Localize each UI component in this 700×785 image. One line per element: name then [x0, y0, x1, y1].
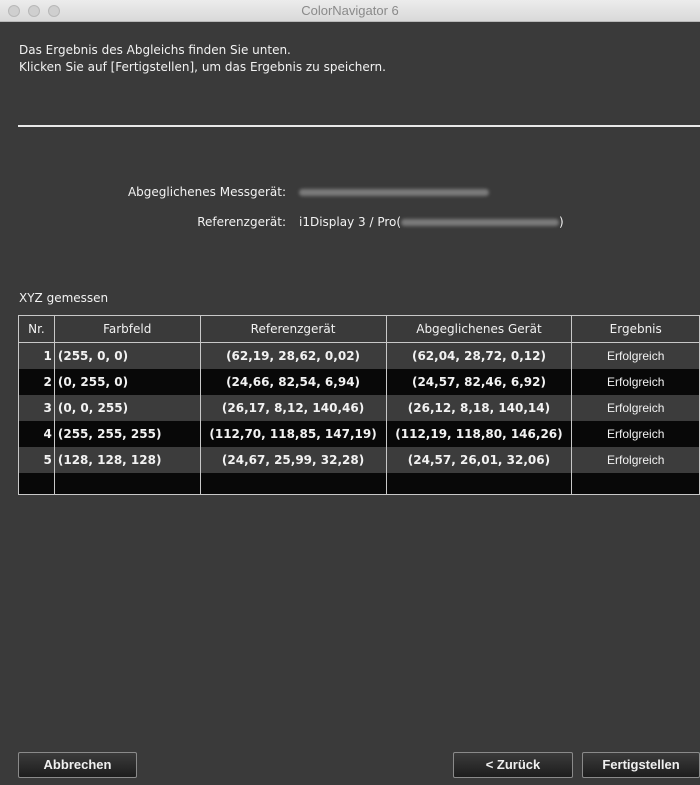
instruction-line-2: Klicken Sie auf [Fertigstellen], um das … — [19, 60, 386, 74]
cell-referenzgeraet: (24,66, 82,54, 6,94) — [199, 369, 387, 395]
cell-referenzgeraet: (24,67, 25,99, 32,28) — [199, 447, 387, 473]
table-row[interactable]: 1 (255, 0, 0) (62,19, 28,62, 0,02) (62,0… — [18, 342, 700, 369]
cell-nr: 5 — [18, 447, 55, 473]
back-button[interactable]: < Zurück — [453, 752, 573, 778]
reference-device-suffix: ) — [559, 215, 564, 229]
cell-nr: 3 — [18, 395, 55, 421]
column-header-nr[interactable]: Nr. — [18, 315, 55, 343]
table-row-empty — [18, 473, 700, 495]
cell-referenzgeraet: (112,70, 118,85, 147,19) — [199, 421, 387, 447]
cell-nr: 2 — [18, 369, 55, 395]
cell-farbfeld: (0, 255, 0) — [53, 369, 201, 395]
cell-ergebnis: Erfolgreich — [571, 342, 700, 369]
cell-abgeglichenes-geraet: (24,57, 82,46, 6,92) — [385, 369, 573, 395]
cell-nr: 1 — [18, 342, 55, 369]
title-bar: ColorNavigator 6 — [0, 0, 700, 22]
cell-ergebnis: Erfolgreich — [571, 395, 700, 421]
divider — [18, 125, 700, 127]
cell-farbfeld: (128, 128, 128) — [53, 447, 201, 473]
table-row[interactable]: 4 (255, 255, 255) (112,70, 118,85, 147,1… — [18, 421, 700, 447]
results-table: Nr. Farbfeld Referenzgerät Abgeglichenes… — [18, 315, 700, 495]
reference-device-name: i1Display 3 / Pro( — [299, 215, 402, 229]
cell-nr: 4 — [18, 421, 55, 447]
cell-abgeglichenes-geraet: (26,12, 8,18, 140,14) — [385, 395, 573, 421]
cell-referenzgeraet: (62,19, 28,62, 0,02) — [199, 342, 387, 369]
cell-abgeglichenes-geraet: (112,19, 118,80, 146,26) — [385, 421, 573, 447]
column-header-ergebnis[interactable]: Ergebnis — [571, 315, 700, 343]
cell-ergebnis: Erfolgreich — [571, 447, 700, 473]
table-row[interactable]: 2 (0, 255, 0) (24,66, 82,54, 6,94) (24,5… — [18, 369, 700, 395]
column-header-referenzgeraet[interactable]: Referenzgerät — [199, 315, 387, 343]
cell-referenzgeraet: (26,17, 8,12, 140,46) — [199, 395, 387, 421]
table-row[interactable]: 5 (128, 128, 128) (24,67, 25,99, 32,28) … — [18, 447, 700, 473]
reference-serial-redacted — [401, 219, 560, 226]
table-header-row: Nr. Farbfeld Referenzgerät Abgeglichenes… — [18, 315, 700, 343]
window-title: ColorNavigator 6 — [301, 3, 399, 18]
cell-abgeglichenes-geraet: (24,57, 26,01, 32,06) — [385, 447, 573, 473]
instructions: Das Ergebnis des Abgleichs finden Sie un… — [19, 42, 386, 76]
instruction-line-1: Das Ergebnis des Abgleichs finden Sie un… — [19, 43, 291, 57]
matched-device-label: Abgeglichenes Messgerät: — [127, 185, 286, 199]
cancel-button[interactable]: Abbrechen — [18, 752, 137, 778]
cell-farbfeld: (0, 0, 255) — [53, 395, 201, 421]
cell-farbfeld: (255, 255, 255) — [53, 421, 201, 447]
table-row[interactable]: 3 (0, 0, 255) (26,17, 8,12, 140,46) (26,… — [18, 395, 700, 421]
column-header-farbfeld[interactable]: Farbfeld — [53, 315, 201, 343]
matched-device-value-redacted — [299, 189, 489, 196]
cell-farbfeld: (255, 0, 0) — [53, 342, 201, 369]
cell-abgeglichenes-geraet: (62,04, 28,72, 0,12) — [385, 342, 573, 369]
reference-device-label: Referenzgerät: — [197, 215, 286, 229]
section-title: XYZ gemessen — [19, 291, 109, 305]
cell-ergebnis: Erfolgreich — [571, 421, 700, 447]
column-header-abgeglichenes-geraet[interactable]: Abgeglichenes Gerät — [385, 315, 573, 343]
cell-ergebnis: Erfolgreich — [571, 369, 700, 395]
reference-device-value: i1Display 3 / Pro() — [299, 215, 564, 229]
finish-button[interactable]: Fertigstellen — [582, 752, 700, 778]
